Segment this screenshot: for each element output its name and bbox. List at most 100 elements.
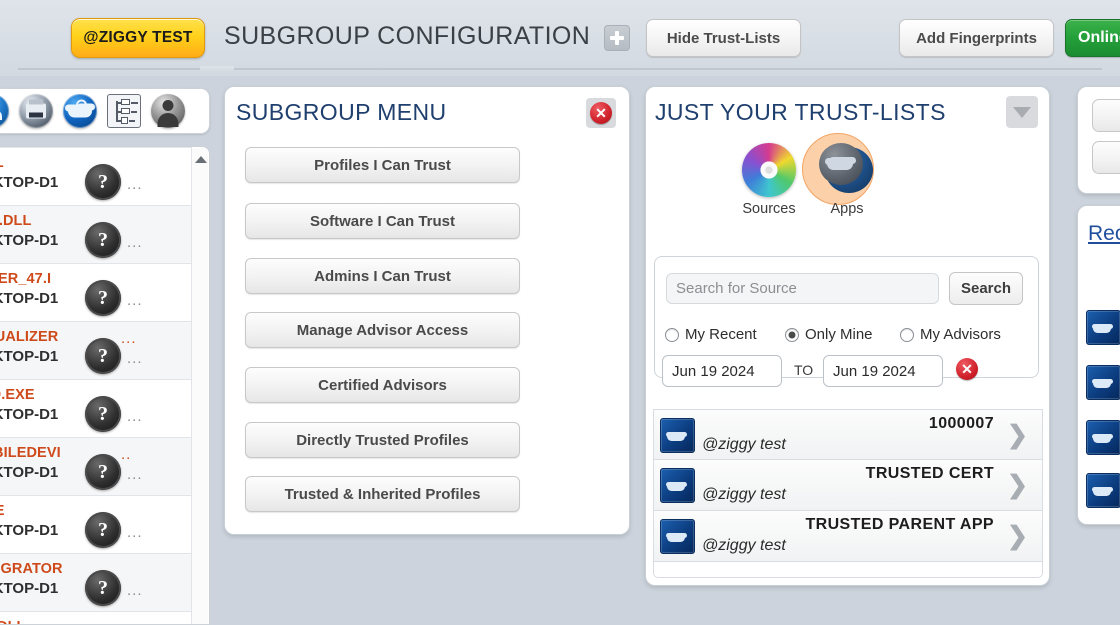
file-list-item[interactable]: NESVISUALIZER 05 DESKTOP-D1...?...	[0, 322, 192, 380]
subgroup-menu-button-6[interactable]: Directly Trusted Profiles	[245, 422, 520, 458]
file-meta: 14 DESKTOP-D1	[0, 290, 59, 307]
add-fingerprints-button[interactable]: Add Fingerprints	[899, 19, 1054, 57]
filter-my-recent-label: My Recent	[685, 326, 757, 343]
trust-list-tab-apps[interactable]: Apps	[809, 143, 885, 217]
subgroup-menu-button-1[interactable]: Profiles I Can Trust	[245, 147, 520, 183]
filter-only-mine[interactable]: Only Mine	[785, 326, 873, 343]
trust-list-tab-sources-label: Sources	[742, 201, 796, 217]
question-icon[interactable]: ?	[85, 512, 121, 548]
file-list-item[interactable]: NES.EXE 56 DESKTOP-D1?...	[0, 496, 192, 554]
subgroup-menu-button-4[interactable]: Manage Advisor Access	[245, 312, 520, 348]
subgroup-menu-button-5[interactable]: Certified Advisors	[245, 367, 520, 403]
recent-item-icon[interactable]	[1086, 310, 1120, 345]
file-list-item[interactable]: TNOTED.EXE 03 DESKTOP-D1?...	[0, 380, 192, 438]
file-list-scrollbar[interactable]	[191, 148, 208, 624]
file-list-item[interactable]: OTIFYMIGRATOR 02 DESKTOP-D1?...	[0, 554, 192, 612]
file-name: LLISTO.DLL	[0, 619, 26, 624]
file-name: NESVISUALIZER	[0, 329, 59, 345]
file-list-item[interactable]: COMPILER_47.I 14 DESKTOP-D1?...	[0, 264, 192, 322]
filter-my-advisors[interactable]: My Advisors	[900, 326, 1001, 343]
left-toolbar	[0, 88, 210, 134]
question-icon[interactable]: ?	[85, 396, 121, 432]
subgroup-menu-title: SUBGROUP MENU	[236, 99, 447, 125]
trust-list-row-owner: @ziggy test	[702, 436, 786, 453]
file-list-item[interactable]: GLESV2.DLL 15 DESKTOP-D1?...	[0, 206, 192, 264]
trust-list-row-title: TRUSTED PARENT APP	[805, 516, 994, 533]
file-meta: 02 DESKTOP-D1	[0, 580, 59, 597]
file-list[interactable]: EGL.DLL 15 DESKTOP-D1?... GLESV2.DLL 15 DES…	[0, 147, 192, 624]
question-icon[interactable]: ?	[85, 454, 121, 490]
scroll-up-icon[interactable]	[195, 156, 207, 163]
hide-trust-lists-button[interactable]: Hide Trust-Lists	[646, 19, 801, 57]
chevron-right-icon[interactable]: ❯	[1007, 524, 1028, 549]
question-icon[interactable]: ?	[85, 222, 121, 258]
file-meta: 15 DESKTOP-D1	[0, 174, 59, 191]
date-to-input[interactable]: Jun 19 2024	[823, 355, 943, 387]
app-blob-icon	[819, 143, 875, 197]
date-range-separator: TO	[794, 362, 814, 378]
file-name: OTIFYMIGRATOR	[0, 561, 63, 577]
file-meta-overflow: ...	[127, 582, 143, 599]
results-footer	[653, 562, 1043, 578]
search-input[interactable]: Search for Source	[666, 273, 939, 304]
account-badge[interactable]: @ZIGGY TEST	[71, 18, 205, 58]
question-icon[interactable]: ?	[85, 570, 121, 606]
close-icon: ✕	[590, 102, 612, 124]
trust-list-tab-sources[interactable]: Sources	[731, 143, 807, 217]
avatar-icon[interactable]	[151, 94, 185, 128]
recent-item-icon[interactable]	[1086, 420, 1120, 455]
header-divider	[18, 68, 1102, 70]
trust-list-results: 1000007 @ziggy test ❯ TRUSTED CERT @ziggy te…	[653, 409, 1043, 580]
subgroup-menu-button-7[interactable]: Trusted & Inherited Profiles	[245, 476, 520, 512]
file-list-panel: EGL.DLL 15 DESKTOP-D1?... GLESV2.DLL 15 DES…	[0, 146, 210, 625]
subgroup-menu-button-2[interactable]: Software I Can Trust	[245, 203, 520, 239]
trust-list-row[interactable]: 1000007 @ziggy test ❯	[653, 409, 1043, 460]
cloud-app-icon	[660, 468, 695, 503]
subgroup-menu-button-3[interactable]: Admins I Can Trust	[245, 258, 520, 294]
chevron-right-icon[interactable]: ❯	[1007, 473, 1028, 498]
add-button[interactable]	[604, 25, 630, 51]
cloud-trust-icon[interactable]	[63, 94, 97, 128]
file-name-overflow: ...	[121, 330, 137, 347]
file-meta-overflow: ...	[127, 466, 143, 483]
header-divider-gap	[200, 66, 234, 72]
people-icon[interactable]	[0, 94, 9, 128]
file-meta: 03 DESKTOP-D1	[0, 406, 59, 423]
date-from-input[interactable]: Jun 19 2024	[662, 355, 782, 387]
trust-list-row[interactable]: TRUSTED PARENT APP @ziggy test ❯	[653, 511, 1043, 562]
trust-list-tab-apps-label: Apps	[830, 201, 864, 217]
online-status-button[interactable]: Online	[1065, 19, 1120, 57]
file-name: GLESV2.DLL	[0, 213, 32, 229]
right-action-button-1[interactable]: P	[1092, 99, 1120, 132]
file-list-item[interactable]: EGL.DLL 15 DESKTOP-D1?...	[0, 148, 192, 206]
file-meta: 05 DESKTOP-D1	[0, 348, 59, 365]
search-button[interactable]: Search	[949, 272, 1023, 305]
question-icon[interactable]: ?	[85, 280, 121, 316]
trust-list-row-owner: @ziggy test	[702, 486, 786, 503]
radio-icon	[900, 327, 914, 342]
recent-link[interactable]: Rece	[1088, 222, 1120, 246]
file-meta-overflow: ...	[127, 524, 143, 541]
recent-item-icon[interactable]	[1086, 473, 1120, 508]
clear-date-button[interactable]: ✕	[956, 358, 978, 380]
right-action-button-2[interactable]: +	[1092, 141, 1120, 174]
collapse-trust-lists-button[interactable]	[1006, 96, 1038, 128]
chevron-right-icon[interactable]: ❯	[1007, 423, 1028, 448]
question-icon[interactable]: ?	[85, 164, 121, 200]
plus-icon	[610, 31, 624, 45]
page-title: SUBGROUP CONFIGURATION	[224, 22, 591, 50]
file-meta-overflow: ...	[127, 408, 143, 425]
trust-list-row-owner: @ziggy test	[702, 537, 786, 554]
trust-list-row[interactable]: TRUSTED CERT @ziggy test ❯	[653, 460, 1043, 511]
file-list-item[interactable]: PLEMOBILEDEVI 01 DESKTOP-D1..?...	[0, 438, 192, 496]
radio-icon-selected	[785, 327, 799, 342]
filter-my-recent[interactable]: My Recent	[665, 326, 757, 343]
close-subgroup-menu-button[interactable]: ✕	[586, 98, 616, 128]
file-name: PLEMOBILEDEVI	[0, 445, 61, 461]
file-list-item[interactable]: LLISTO.DLL07 DESKTOP-D1?...	[0, 612, 192, 624]
question-icon[interactable]: ?	[85, 338, 121, 374]
cloud-app-icon	[660, 418, 695, 453]
printer-icon[interactable]	[19, 94, 53, 128]
tree-diagram-icon[interactable]	[107, 94, 141, 128]
recent-item-icon[interactable]	[1086, 365, 1120, 400]
